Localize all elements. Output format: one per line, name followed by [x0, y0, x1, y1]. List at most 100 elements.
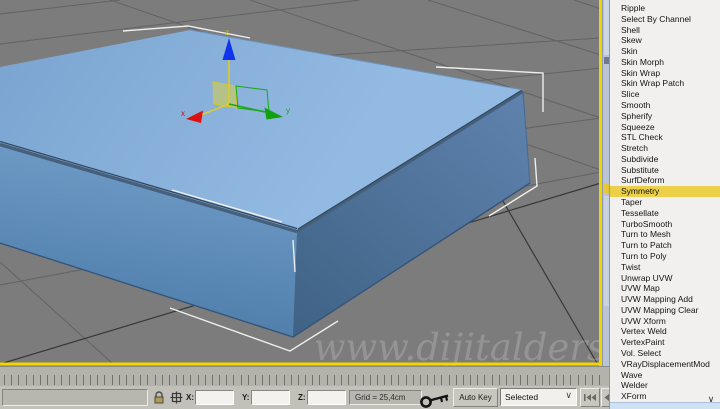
- gizmo-xz-plane-handle[interactable]: [212, 81, 238, 109]
- track-bar-tick: [448, 375, 450, 385]
- auto-key-button[interactable]: Auto Key: [453, 388, 498, 407]
- modifier-list-item[interactable]: Vertex Weld: [610, 326, 720, 337]
- track-bar-tick: [498, 375, 500, 385]
- modifier-list-item[interactable]: XForm: [610, 391, 720, 402]
- track-bar-tick: [362, 375, 364, 385]
- modifier-list-item[interactable]: Taper: [610, 197, 720, 208]
- selection-lock-icon: [154, 391, 164, 404]
- modifier-list-item[interactable]: UVW Map: [610, 283, 720, 294]
- track-bar-tick: [161, 375, 163, 385]
- gizmo-z-label: z: [225, 28, 229, 37]
- grid-size-display: Grid = 25,4cm: [349, 390, 422, 405]
- track-bar-tick: [405, 375, 407, 385]
- transform-typein-icon: [170, 391, 182, 404]
- modifier-list-item[interactable]: Slice: [610, 89, 720, 100]
- track-bar-tick: [333, 375, 335, 385]
- modifier-list-item[interactable]: SurfDeform: [610, 175, 720, 186]
- track-bar-tick: [125, 375, 127, 385]
- track-bar-tick: [211, 375, 213, 385]
- track-bar-tick: [269, 375, 271, 385]
- track-bar-tick: [276, 375, 278, 385]
- modifier-list-item[interactable]: Skin Wrap Patch: [610, 78, 720, 89]
- modifier-list-item[interactable]: UVW Mapping Add: [610, 294, 720, 305]
- modifier-list-item[interactable]: Subdivide: [610, 154, 720, 165]
- track-bar-tick: [434, 375, 436, 385]
- track-bar-tick: [384, 375, 385, 385]
- modifier-list-item[interactable]: UVW Mapping Clear: [610, 305, 720, 316]
- modifier-list-item[interactable]: Squeeze: [610, 122, 720, 133]
- modifier-list-item[interactable]: Turn to Patch: [610, 240, 720, 251]
- track-bar-tick: [140, 375, 142, 385]
- gizmo-y-label: y: [286, 106, 290, 115]
- status-bar: X: Y: Z: Grid = 25,4cm Auto Key Selected…: [0, 386, 610, 409]
- modifier-list-item[interactable]: VertexPaint: [610, 337, 720, 348]
- modifier-list-item[interactable]: Tessellate: [610, 208, 720, 219]
- modifier-list-item[interactable]: Turn to Poly: [610, 251, 720, 262]
- perspective-viewport[interactable]: x y z www.dijitalders: [0, 0, 602, 366]
- track-bar-tick: [226, 375, 228, 385]
- track-bar-tick: [183, 375, 185, 385]
- track-bar-tick: [591, 375, 593, 385]
- track-bar-tick: [118, 375, 120, 385]
- track-bar-tick: [419, 375, 421, 385]
- modifier-list-item[interactable]: Smooth: [610, 100, 720, 111]
- track-bar-tick: [326, 375, 328, 385]
- selection-lock-button[interactable]: [151, 389, 167, 406]
- track-bar-tick: [54, 375, 56, 385]
- track-bar-tick: [75, 375, 77, 385]
- key-filter-dropdown[interactable]: Selected ∨: [500, 388, 577, 406]
- track-bar-tick: [312, 375, 314, 385]
- modifier-list-item[interactable]: Select By Channel: [610, 14, 720, 25]
- modifier-list-item[interactable]: Twist: [610, 262, 720, 273]
- gizmo-x-label: x: [181, 109, 185, 118]
- track-bar-tick: [584, 375, 586, 385]
- modifier-list-item[interactable]: Turn to Mesh: [610, 229, 720, 240]
- go-to-start-icon: [584, 394, 596, 401]
- track-bar-tick: [39, 375, 41, 385]
- track-bar-tick: [491, 375, 493, 385]
- track-bar-tick: [111, 375, 113, 385]
- track-bar-tick: [577, 375, 579, 385]
- modifier-list-item[interactable]: Shell: [610, 25, 720, 36]
- modifier-list-item[interactable]: Stretch: [610, 143, 720, 154]
- modifier-list-item[interactable]: Vol. Select: [610, 348, 720, 359]
- modifier-list-item[interactable]: Skin: [610, 46, 720, 57]
- modifier-list-item[interactable]: Ripple: [610, 3, 720, 14]
- track-bar-tick: [348, 375, 350, 385]
- modifier-list: ∨ Ripple Select By Channel Shell Skew Skin Sk…: [609, 0, 720, 409]
- z-coordinate-input[interactable]: [307, 390, 346, 405]
- track-bar-tick: [541, 375, 543, 385]
- track-bar-tick: [427, 375, 429, 385]
- modifier-list-item[interactable]: Skew: [610, 35, 720, 46]
- modifier-list-item[interactable]: Skin Wrap: [610, 68, 720, 79]
- modifier-list-item[interactable]: UVW Xform: [610, 316, 720, 327]
- set-key-button[interactable]: [417, 387, 451, 409]
- modifier-list-item[interactable]: Unwrap UVW: [610, 273, 720, 284]
- transform-typein-toggle[interactable]: [168, 389, 184, 406]
- track-bar-tick: [133, 375, 135, 385]
- track-bar-tick: [68, 375, 70, 385]
- modifier-list-item[interactable]: VRayDisplacementMod: [610, 359, 720, 370]
- track-bar-tick: [455, 375, 457, 385]
- track-bar[interactable]: [0, 366, 610, 386]
- y-coordinate-input[interactable]: [251, 390, 290, 405]
- track-bar-tick: [398, 375, 400, 385]
- modifier-list-item[interactable]: Substitute: [610, 165, 720, 176]
- track-bar-tick: [340, 375, 342, 385]
- x-coordinate-input[interactable]: [195, 390, 234, 405]
- modifier-list-item[interactable]: STL Check: [610, 132, 720, 143]
- modifier-list-item[interactable]: Wave: [610, 370, 720, 381]
- modifier-list-item[interactable]: Welder: [610, 380, 720, 391]
- track-bar-tick: [147, 375, 149, 385]
- modifier-list-item[interactable]: Skin Morph: [610, 57, 720, 68]
- track-bar-tick: [391, 375, 393, 385]
- modifier-list-item[interactable]: Symmetry: [610, 186, 720, 198]
- track-bar-tick: [240, 375, 242, 385]
- track-bar-tick: [548, 375, 550, 385]
- track-bar-tick: [47, 375, 49, 385]
- go-to-start-button[interactable]: [580, 388, 600, 407]
- watermark: www.dijitalders: [314, 326, 602, 366]
- modifier-list-item[interactable]: Spherify: [610, 111, 720, 122]
- modifier-list-item[interactable]: TurboSmooth: [610, 219, 720, 230]
- track-bar-tick: [297, 375, 299, 385]
